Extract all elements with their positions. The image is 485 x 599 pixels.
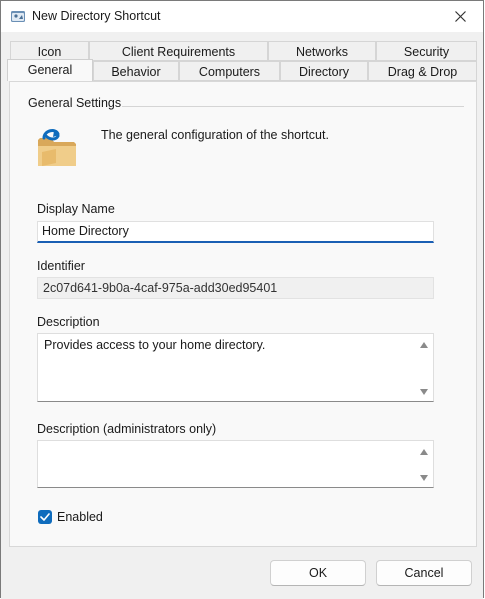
tab-client-requirements[interactable]: Client Requirements [89,41,268,61]
panel-description: The general configuration of the shortcu… [101,128,329,142]
scroll-up-arrow-icon[interactable] [419,340,429,350]
cancel-button[interactable]: Cancel [376,560,472,586]
scroll-down-arrow-icon[interactable] [419,473,429,483]
enabled-label[interactable]: Enabled [57,510,103,524]
close-button[interactable] [437,1,483,32]
ok-button[interactable]: OK [270,560,366,586]
enabled-checkbox[interactable] [38,510,52,524]
admin-description-textarea[interactable] [37,440,434,488]
tab-drag-drop[interactable]: Drag & Drop [368,61,477,81]
tab-strip: Icon Client Requirements Networks Securi… [1,32,483,82]
tab-directory[interactable]: Directory [280,61,368,81]
tab-general[interactable]: General [7,59,93,81]
scroll-up-arrow-icon[interactable] [419,447,429,457]
tab-computers[interactable]: Computers [179,61,280,81]
general-panel: General Settings The general configurati… [9,81,477,547]
identifier-field[interactable]: 2c07d641-9b0a-4caf-975a-add30ed95401 [37,277,434,299]
checkmark-icon [40,513,50,521]
title-bar: New Directory Shortcut [1,1,483,32]
tab-icon[interactable]: Icon [10,41,89,61]
dialog-window: New Directory Shortcut Icon Client Requi… [0,0,484,599]
display-name-label: Display Name [37,202,115,216]
tab-behavior[interactable]: Behavior [93,61,179,81]
description-text: Provides access to your home directory. [44,338,266,352]
admin-description-label: Description (administrators only) [37,422,217,436]
tab-networks[interactable]: Networks [268,41,376,61]
app-icon [10,8,26,24]
description-textarea[interactable]: Provides access to your home directory. [37,333,434,402]
display-name-input[interactable]: Home Directory [37,221,434,243]
group-title: General Settings [28,96,122,110]
directory-shortcut-icon [34,122,82,170]
window-title: New Directory Shortcut [32,9,161,23]
group-divider [122,106,464,107]
scroll-down-arrow-icon[interactable] [419,387,429,397]
identifier-label: Identifier [37,259,85,273]
close-icon [454,11,466,22]
description-label: Description [37,315,100,329]
dialog-footer: OK Cancel [1,547,483,599]
tab-security[interactable]: Security [376,41,477,61]
